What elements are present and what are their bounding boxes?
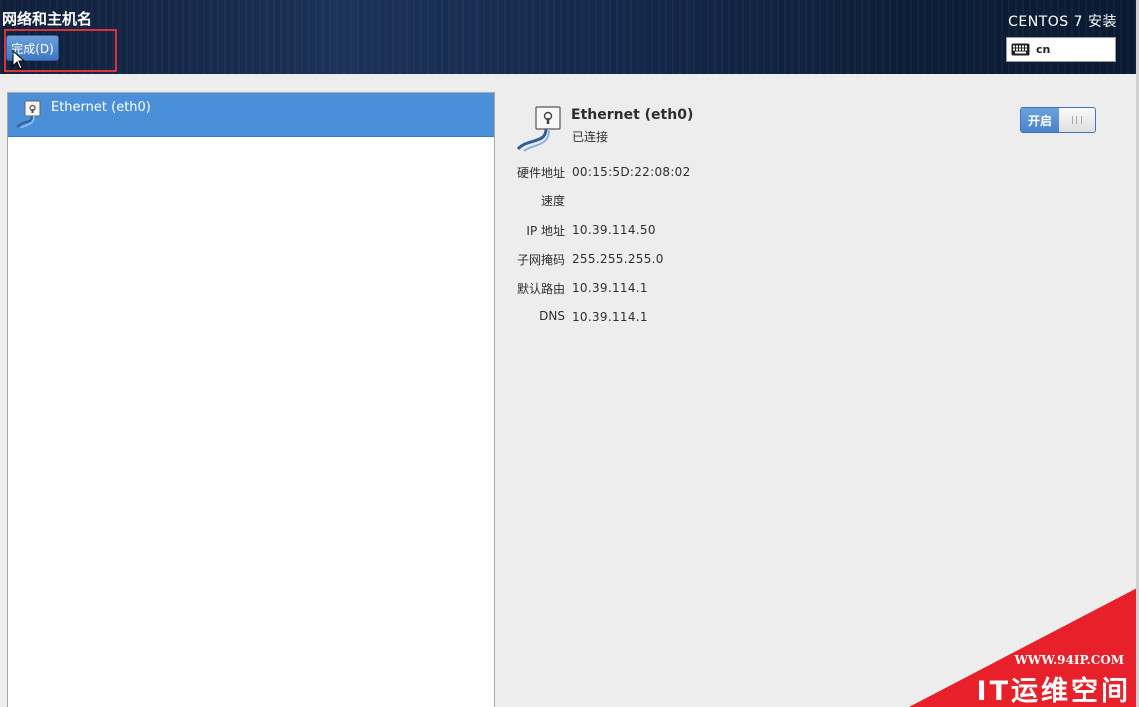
dns-value: 10.39.114.1 xyxy=(572,310,648,324)
page-title: 网络和主机名 xyxy=(2,10,93,28)
toggle-knob[interactable] xyxy=(1059,108,1095,132)
default-route-label: 默认路由 xyxy=(516,282,565,296)
watermark-url: WWW.94IP.COM xyxy=(1014,653,1124,667)
header-background xyxy=(0,0,1139,74)
device-power-toggle[interactable]: 开启 xyxy=(1020,107,1096,133)
mouse-cursor-icon xyxy=(12,50,26,70)
ethernet-cable-icon xyxy=(516,106,561,152)
connection-status: 已连接 xyxy=(572,130,609,144)
dns-label: DNS xyxy=(539,309,565,323)
keyboard-layout-indicator[interactable]: cn xyxy=(1006,37,1116,62)
network-device-list: Ethernet (eth0) xyxy=(7,92,495,707)
ip-address-label: IP 地址 xyxy=(526,224,565,238)
keyboard-icon xyxy=(1011,43,1030,56)
device-name: Ethernet (eth0) xyxy=(571,107,694,123)
subnet-mask-label: 子网掩码 xyxy=(516,253,565,267)
keyboard-layout-value: cn xyxy=(1036,43,1051,56)
list-item-ethernet-eth0[interactable]: Ethernet (eth0) xyxy=(8,93,494,137)
watermark-brand: IT运维空间 xyxy=(976,676,1131,707)
default-route-value: 10.39.114.1 xyxy=(572,281,648,295)
hardware-address-value: 00:15:5D:22:08:02 xyxy=(572,165,691,179)
grip-icon xyxy=(1072,116,1082,124)
subnet-mask-value: 255.255.255.0 xyxy=(572,252,664,266)
hardware-address-label: 硬件地址 xyxy=(516,166,565,180)
ip-address-value: 10.39.114.50 xyxy=(572,223,656,237)
toggle-label: 开启 xyxy=(1021,108,1059,132)
product-title: CENTOS 7 安装 xyxy=(1008,14,1117,30)
ethernet-cable-icon xyxy=(16,100,41,129)
list-item-label: Ethernet (eth0) xyxy=(51,100,151,115)
header-bar xyxy=(0,0,1139,74)
speed-label: 速度 xyxy=(540,194,565,208)
